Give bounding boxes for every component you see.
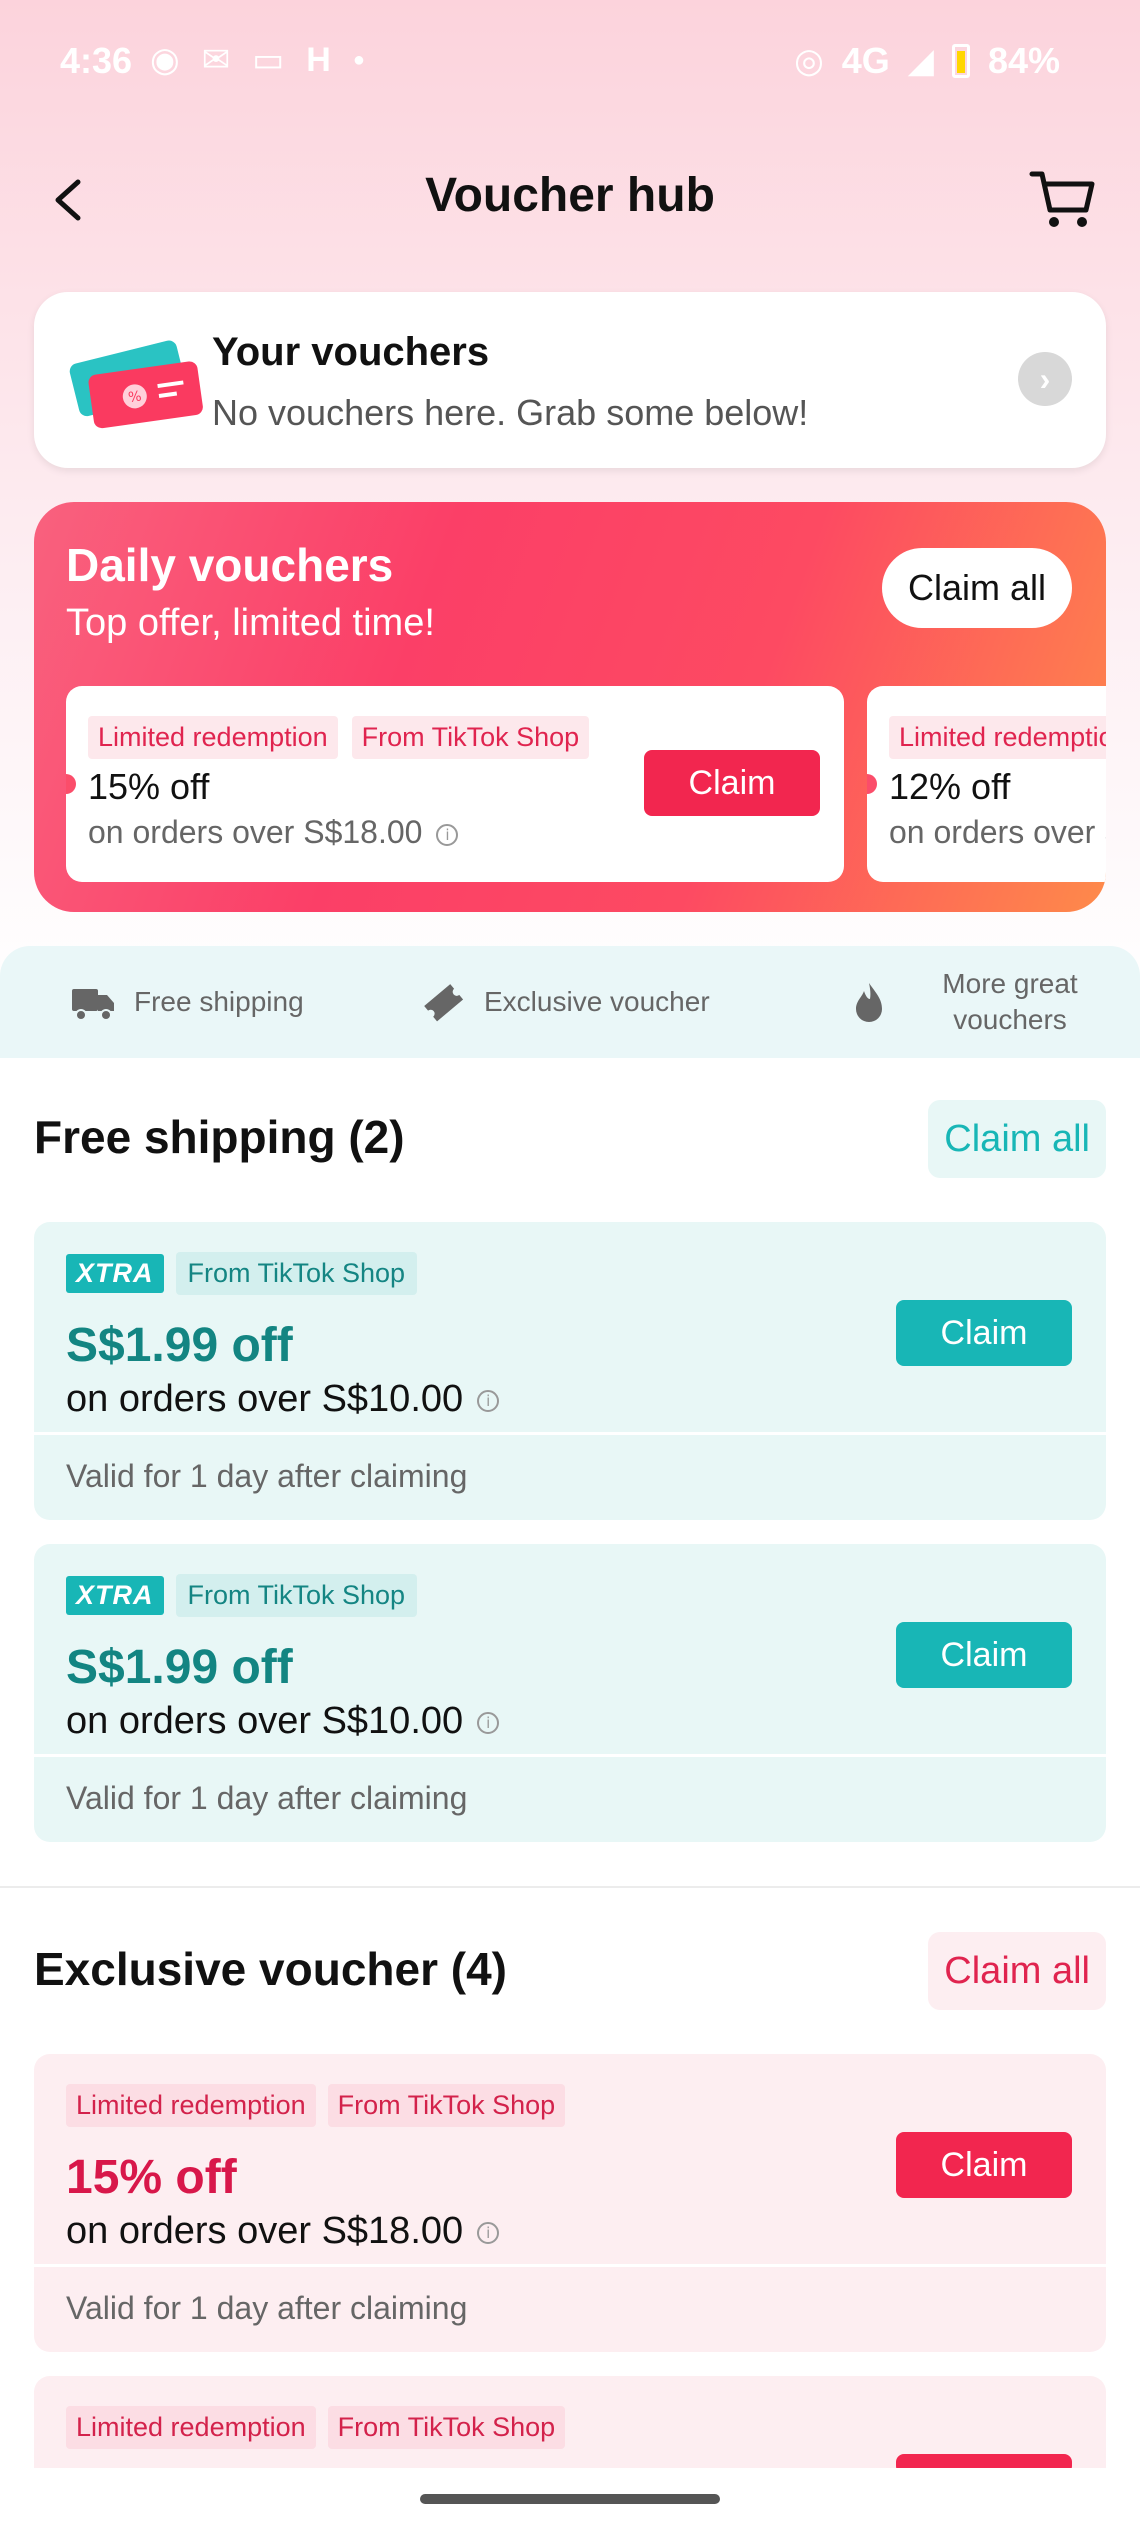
voucher-condition: on orders over S$10.00 i (66, 1378, 500, 1421)
free-shipping-voucher-card: XTRA From TikTok Shop S$1.99 off on orde… (34, 1544, 1106, 1842)
voucher-amount: 15% off (66, 2151, 237, 2204)
card-notch (867, 774, 877, 794)
battery-icon (951, 44, 970, 78)
battery-percent: 84% (987, 40, 1060, 81)
voucher-validity: Valid for 1 day after claiming (66, 1458, 468, 1494)
limited-redemption-tag: Limited redemption (88, 716, 338, 759)
voucher-condition: on orders over S$10.00 i (66, 1700, 500, 1743)
source-tag: From TikTok Shop (351, 716, 590, 759)
free-shipping-section-title: Free shipping (2) (34, 1111, 405, 1163)
card-divider (34, 1754, 1106, 1757)
app-header: Voucher hub (0, 150, 1140, 250)
status-system-icons: ◎ 4G ◢ 84% (794, 40, 1060, 82)
card-notch (66, 774, 76, 794)
voucher-condition-text: on orders over S$10.00 (66, 1700, 464, 1742)
voucher-validity: Valid for 1 day after claiming (66, 1780, 468, 1816)
voucher-condition-text: on orders over S$10.00 (66, 1378, 464, 1420)
hotspot-icon: ◎ (794, 42, 824, 80)
voucher-condition-text: on orders over S$18.00 (88, 814, 423, 850)
cart-icon[interactable] (1026, 162, 1100, 236)
svg-text:%: % (127, 388, 142, 406)
chevron-right-icon[interactable]: › (1018, 352, 1072, 406)
claim-button[interactable]: Claim (896, 2132, 1072, 2198)
voucher-tags: XTRA From TikTok Shop (66, 1252, 418, 1295)
category-label: Exclusive voucher (484, 986, 710, 1017)
free-shipping-voucher-card: XTRA From TikTok Shop S$1.99 off on orde… (34, 1222, 1106, 1520)
voucher-tags: XTRA From TikTok Shop (66, 1574, 418, 1617)
your-vouchers-subtitle: No vouchers here. Grab some below! (212, 392, 809, 433)
voucher-tags: Limited redemption From TikTok Shop (88, 716, 590, 759)
daily-vouchers-subtitle: Top offer, limited time! (66, 602, 435, 644)
truck-icon (72, 989, 114, 1021)
h-app-icon: H (306, 40, 331, 79)
voucher-condition: on orders over S$18.00 i (88, 814, 459, 851)
category-more-vouchers[interactable]: More great vouchers (846, 946, 1110, 1058)
notification-icon: ◉ (150, 41, 180, 79)
source-tag: From TikTok Shop (175, 1574, 418, 1617)
limited-redemption-tag: Limited redemption (66, 2084, 316, 2127)
claim-button[interactable]: Claim (896, 1622, 1072, 1688)
network-type: 4G (841, 40, 890, 81)
info-icon[interactable]: i (477, 2221, 500, 2244)
voucher-condition: on orders over S$18.00 i (66, 2210, 500, 2253)
voucher-tags: Limited redemption From TikTok Shop (66, 2084, 566, 2127)
source-tag: From TikTok Shop (327, 2084, 566, 2127)
signal-icon: ◢ (907, 42, 934, 80)
card-divider (34, 2264, 1106, 2267)
free-shipping-claim-all-button[interactable]: Claim all (928, 1100, 1106, 1178)
section-divider (0, 1886, 1140, 1888)
category-label: More great vouchers (942, 968, 1078, 1035)
home-indicator[interactable] (420, 2494, 720, 2504)
voucher-tags: Limited redemption (889, 716, 1106, 759)
exclusive-claim-all-button[interactable]: Claim all (928, 1932, 1106, 2010)
daily-voucher-card: Limited redemption From TikTok Shop 15% … (66, 686, 844, 882)
voucher-category-bar: Free shipping Exclusive voucher More gre… (0, 946, 1140, 1058)
voucher-condition: on orders over S$ (889, 814, 1106, 850)
app-notification-icon: ▭ (252, 41, 285, 79)
mail-icon: ✉ (201, 41, 231, 79)
claim-button[interactable]: Claim (644, 750, 820, 816)
status-notification-icons: ◉ ✉ ▭ H ● (150, 40, 365, 80)
daily-vouchers-title: Daily vouchers (66, 539, 394, 591)
category-free-shipping[interactable]: Free shipping (70, 946, 304, 1058)
source-tag: From TikTok Shop (327, 2406, 566, 2449)
exclusive-voucher-section-title: Exclusive voucher (4) (34, 1943, 507, 1995)
status-time: 4:36 (60, 40, 133, 81)
daily-vouchers-panel: Daily vouchers Top offer, limited time! … (34, 502, 1106, 912)
voucher-tags: Limited redemption From TikTok Shop (66, 2406, 566, 2449)
info-icon[interactable]: i (477, 1711, 500, 1734)
voucher-amount: S$1.99 off (66, 1641, 293, 1694)
flame-icon (856, 983, 882, 1022)
exclusive-voucher-card: Limited redemption From TikTok Shop 15% … (34, 2054, 1106, 2352)
voucher-amount: 12% off (889, 766, 1011, 807)
xtra-badge: XTRA (66, 1576, 164, 1615)
voucher-amount: 15% off (88, 766, 210, 807)
page-title: Voucher hub (425, 169, 715, 222)
info-icon[interactable]: i (436, 823, 459, 846)
your-vouchers-title: Your vouchers (212, 330, 490, 374)
voucher-validity: Valid for 1 day after claiming (66, 2290, 468, 2326)
category-exclusive-voucher[interactable]: Exclusive voucher (420, 946, 710, 1058)
limited-redemption-tag: Limited redemption (66, 2406, 316, 2449)
ticket-icon (424, 984, 464, 1022)
source-tag: From TikTok Shop (175, 1252, 418, 1295)
voucher-ticket-icon: % (69, 340, 203, 429)
voucher-amount: S$1.99 off (66, 1319, 293, 1372)
more-notifications-dot-icon: ● (352, 48, 365, 71)
daily-claim-all-button[interactable]: Claim all (882, 548, 1072, 628)
category-label: Free shipping (134, 986, 304, 1017)
voucher-condition-text: on orders over S$18.00 (66, 2210, 464, 2252)
xtra-badge: XTRA (66, 1254, 164, 1293)
card-divider (34, 1432, 1106, 1435)
info-icon[interactable]: i (477, 1389, 500, 1412)
limited-redemption-tag: Limited redemption (889, 716, 1106, 759)
claim-button[interactable]: Claim (896, 1300, 1072, 1366)
daily-voucher-card: Limited redemption 12% off on orders ove… (867, 686, 1106, 882)
your-vouchers-card[interactable]: % Your vouchers No vouchers here. Grab s… (34, 292, 1106, 468)
status-bar: 4:36 ◉ ✉ ▭ H ● ◎ 4G ◢ 84% (0, 0, 1140, 120)
